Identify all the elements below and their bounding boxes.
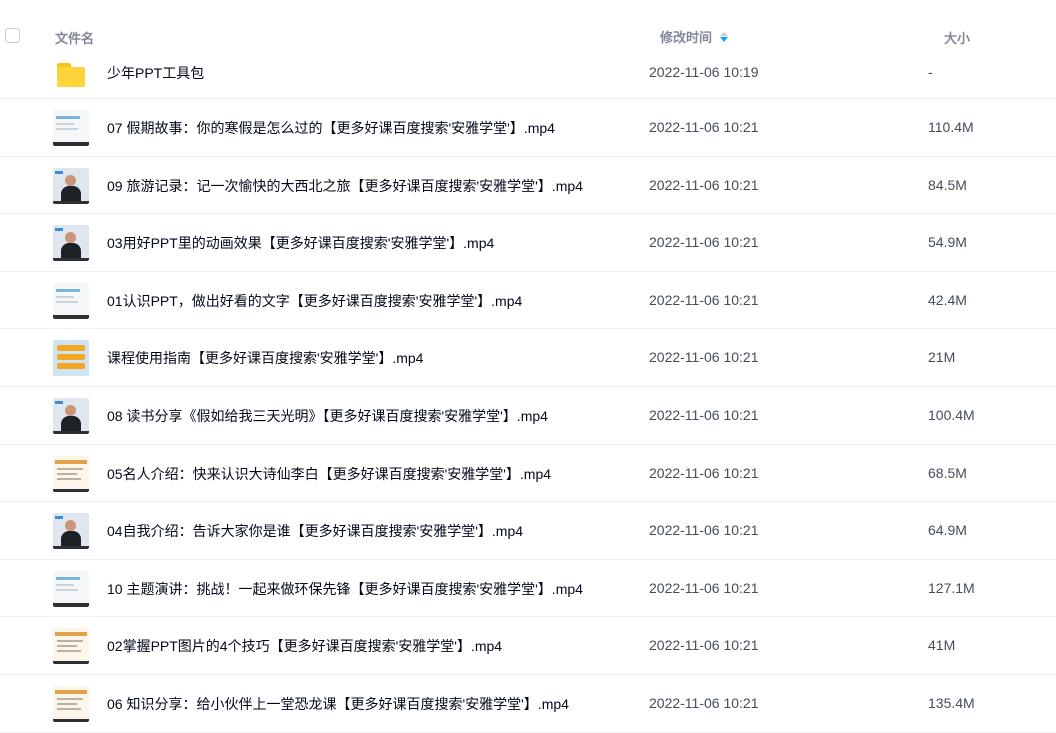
file-row[interactable]: 课程使用指南【更多好课百度搜索'安雅学堂'】.mp4 2022-11-06 10:… [0,329,1056,387]
file-row[interactable]: 01认识PPT，做出好看的文字【更多好课百度搜索'安雅学堂'】.mp4 2022-… [0,272,1056,330]
file-size: 21M [928,349,956,366]
file-size: 54.9M [928,234,967,251]
file-size: 42.4M [928,291,967,308]
file-modified-time: 2022-11-06 10:21 [649,234,759,251]
column-header-modified-time-label: 修改时间 [660,30,713,45]
file-size: 135.4M [928,694,975,711]
file-name[interactable]: 少年PPT工具包 [107,63,204,83]
file-name[interactable]: 02掌握PPT图片的4个技巧【更多好课百度搜索'安雅学堂'】.mp4 [107,636,502,656]
column-header-size[interactable]: 大小 [944,28,970,47]
file-size: 84.5M [928,176,967,193]
file-row[interactable]: 07 假期故事：你的寒假是怎么过的【更多好课百度搜索'安雅学堂'】.mp4 202… [0,99,1056,157]
file-size: 41M [928,637,956,654]
video-thumbnail-icon[interactable] [53,340,89,377]
file-size: 127.1M [928,579,975,596]
file-name[interactable]: 09 旅游记录：记一次愉快的大西北之旅【更多好课百度搜索'安雅学堂'】.mp4 [107,176,583,196]
file-list-header: 文件名 修改时间 大小 [0,0,1056,56]
file-name[interactable]: 课程使用指南【更多好课百度搜索'安雅学堂'】.mp4 [107,348,423,368]
video-thumbnail-icon[interactable] [53,570,89,607]
file-size: 68.5M [928,464,967,481]
file-modified-time: 2022-11-06 10:21 [649,176,759,193]
file-row[interactable]: 09 旅游记录：记一次愉快的大西北之旅【更多好课百度搜索'安雅学堂'】.mp4 2… [0,157,1056,215]
file-size: 100.4M [928,406,975,423]
file-name[interactable]: 05名人介绍：快来认识大诗仙李白【更多好课百度搜索'安雅学堂'】.mp4 [107,464,551,484]
file-modified-time: 2022-11-06 10:21 [649,291,759,308]
file-row[interactable]: 03用好PPT里的动画效果【更多好课百度搜索'安雅学堂'】.mp4 2022-11… [0,214,1056,272]
select-all-checkbox[interactable] [5,28,20,43]
file-modified-time: 2022-11-06 10:21 [649,579,759,596]
file-name[interactable]: 06 知识分享：给小伙伴上一堂恐龙课【更多好课百度搜索'安雅学堂'】.mp4 [107,694,569,714]
file-row[interactable]: 08 读书分享《假如给我三天光明》【更多好课百度搜索'安雅学堂'】.mp4 202… [0,387,1056,445]
video-thumbnail-icon[interactable] [53,110,89,146]
file-row[interactable]: 10 主题演讲：挑战！一起来做环保先锋【更多好课百度搜索'安雅学堂'】.mp4 2… [0,560,1056,618]
file-name[interactable]: 03用好PPT里的动画效果【更多好课百度搜索'安雅学堂'】.mp4 [107,233,494,253]
video-thumbnail-icon[interactable] [53,685,89,722]
file-modified-time: 2022-11-06 10:19 [649,64,759,80]
file-list: 少年PPT工具包 2022-11-06 10:19 - 07 假期故事：你的寒假是怎么… [0,42,1056,733]
column-header-filename[interactable]: 文件名 [55,28,94,47]
file-row[interactable]: 04自我介绍：告诉大家你是谁【更多好课百度搜索'安雅学堂'】.mp4 2022-1… [0,502,1056,560]
file-modified-time: 2022-11-06 10:21 [649,406,759,423]
file-modified-time: 2022-11-06 10:21 [649,522,759,539]
video-thumbnail-icon[interactable] [53,225,89,262]
file-size: 64.9M [928,522,967,539]
file-modified-time: 2022-11-06 10:21 [649,119,759,135]
file-name[interactable]: 07 假期故事：你的寒假是怎么过的【更多好课百度搜索'安雅学堂'】.mp4 [107,118,555,138]
file-modified-time: 2022-11-06 10:21 [649,464,759,481]
file-size: - [928,64,933,80]
video-thumbnail-icon[interactable] [53,455,89,492]
file-modified-time: 2022-11-06 10:21 [649,349,759,366]
file-name[interactable]: 01认识PPT，做出好看的文字【更多好课百度搜索'安雅学堂'】.mp4 [107,291,522,311]
file-modified-time: 2022-11-06 10:21 [649,637,759,654]
video-thumbnail-icon[interactable] [53,397,89,434]
video-thumbnail-icon[interactable] [53,282,89,319]
file-modified-time: 2022-11-06 10:21 [649,694,759,711]
sort-descending-icon[interactable] [720,31,729,42]
file-row[interactable]: 02掌握PPT图片的4个技巧【更多好课百度搜索'安雅学堂'】.mp4 2022-1… [0,617,1056,675]
video-thumbnail-icon[interactable] [53,167,89,204]
file-name[interactable]: 08 读书分享《假如给我三天光明》【更多好课百度搜索'安雅学堂'】.mp4 [107,406,548,426]
file-row[interactable]: 05名人介绍：快来认识大诗仙李白【更多好课百度搜索'安雅学堂'】.mp4 2022… [0,445,1056,503]
video-thumbnail-icon[interactable] [53,513,89,550]
file-name[interactable]: 04自我介绍：告诉大家你是谁【更多好课百度搜索'安雅学堂'】.mp4 [107,521,523,541]
file-row[interactable]: 06 知识分享：给小伙伴上一堂恐龙课【更多好课百度搜索'安雅学堂'】.mp4 20… [0,675,1056,733]
video-thumbnail-icon[interactable] [53,628,89,665]
folder-icon[interactable] [53,55,89,91]
column-header-modified-time[interactable]: 修改时间 [660,27,729,46]
file-name[interactable]: 10 主题演讲：挑战！一起来做环保先锋【更多好课百度搜索'安雅学堂'】.mp4 [107,579,583,599]
file-size: 110.4M [928,119,974,135]
